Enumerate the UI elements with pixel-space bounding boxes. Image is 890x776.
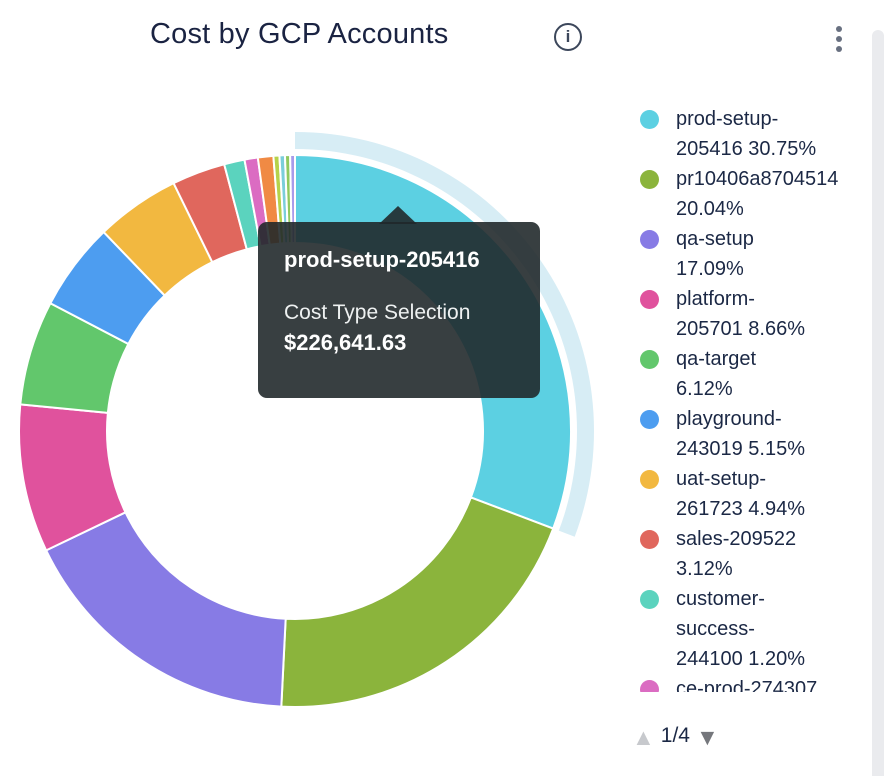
legend-item[interactable]: platform-205701 8.66% xyxy=(640,284,880,344)
cost-by-gcp-accounts-widget: Cost by GCP Accounts i prod-setup-205416… xyxy=(0,0,890,776)
legend-page-up-icon[interactable]: ▲ xyxy=(632,726,655,749)
legend-swatch xyxy=(640,530,659,549)
legend-label: platform-205701 8.66% xyxy=(676,284,818,344)
legend-label: qa-setup 17.09% xyxy=(676,224,818,284)
legend-swatch xyxy=(640,110,659,129)
pie-slice-qa-setup[interactable] xyxy=(46,512,286,706)
legend-swatch xyxy=(640,590,659,609)
legend-label: sales-209522 3.12% xyxy=(676,524,818,584)
legend-item[interactable]: uat-setup-261723 4.94% xyxy=(640,464,880,524)
legend-swatch xyxy=(640,410,659,429)
legend-label: pr10406a8704514 20.04% xyxy=(676,164,818,224)
legend-item[interactable]: playground-243019 5.15% xyxy=(640,404,880,464)
legend-item[interactable]: customer-success-244100 1.20% xyxy=(640,584,880,674)
tooltip-value: $226,641.63 xyxy=(284,327,514,358)
tooltip-metric-label: Cost Type Selection xyxy=(284,299,514,327)
legend-item[interactable]: sales-209522 3.12% xyxy=(640,524,880,584)
legend-page-down-icon[interactable]: ▼ xyxy=(696,726,719,749)
legend-label: prod-setup-205416 30.75% xyxy=(676,104,818,164)
legend-swatch xyxy=(640,350,659,369)
legend-pagination: ▲ 1/4 ▼ xyxy=(632,724,719,750)
legend-item[interactable]: qa-setup 17.09% xyxy=(640,224,880,284)
chart-legend: prod-setup-205416 30.75%pr10406a8704514 … xyxy=(640,104,880,692)
legend-label: customer-success-244100 1.20% xyxy=(676,584,818,674)
legend-page-indicator: 1/4 xyxy=(661,724,690,750)
tooltip-title: prod-setup-205416 xyxy=(284,247,514,273)
chart-tooltip: prod-setup-205416 Cost Type Selection $2… xyxy=(258,222,540,398)
legend-item[interactable]: prod-setup-205416 30.75% xyxy=(640,104,880,164)
tooltip-arrow xyxy=(379,206,417,224)
legend-swatch xyxy=(640,680,659,692)
legend-label: uat-setup-261723 4.94% xyxy=(676,464,818,524)
legend-label: playground-243019 5.15% xyxy=(676,404,818,464)
legend-label: qa-target 6.12% xyxy=(676,344,818,404)
legend-item[interactable]: ce-prod-274307 0.78% xyxy=(640,674,880,692)
legend-item[interactable]: qa-target 6.12% xyxy=(640,344,880,404)
pie-slice-pr10406a8704514[interactable] xyxy=(281,497,553,707)
legend-swatch xyxy=(640,470,659,489)
legend-swatch xyxy=(640,170,659,189)
legend-swatch xyxy=(640,290,659,309)
legend-swatch xyxy=(640,230,659,249)
legend-label: ce-prod-274307 0.78% xyxy=(676,674,818,692)
legend-item[interactable]: pr10406a8704514 20.04% xyxy=(640,164,880,224)
